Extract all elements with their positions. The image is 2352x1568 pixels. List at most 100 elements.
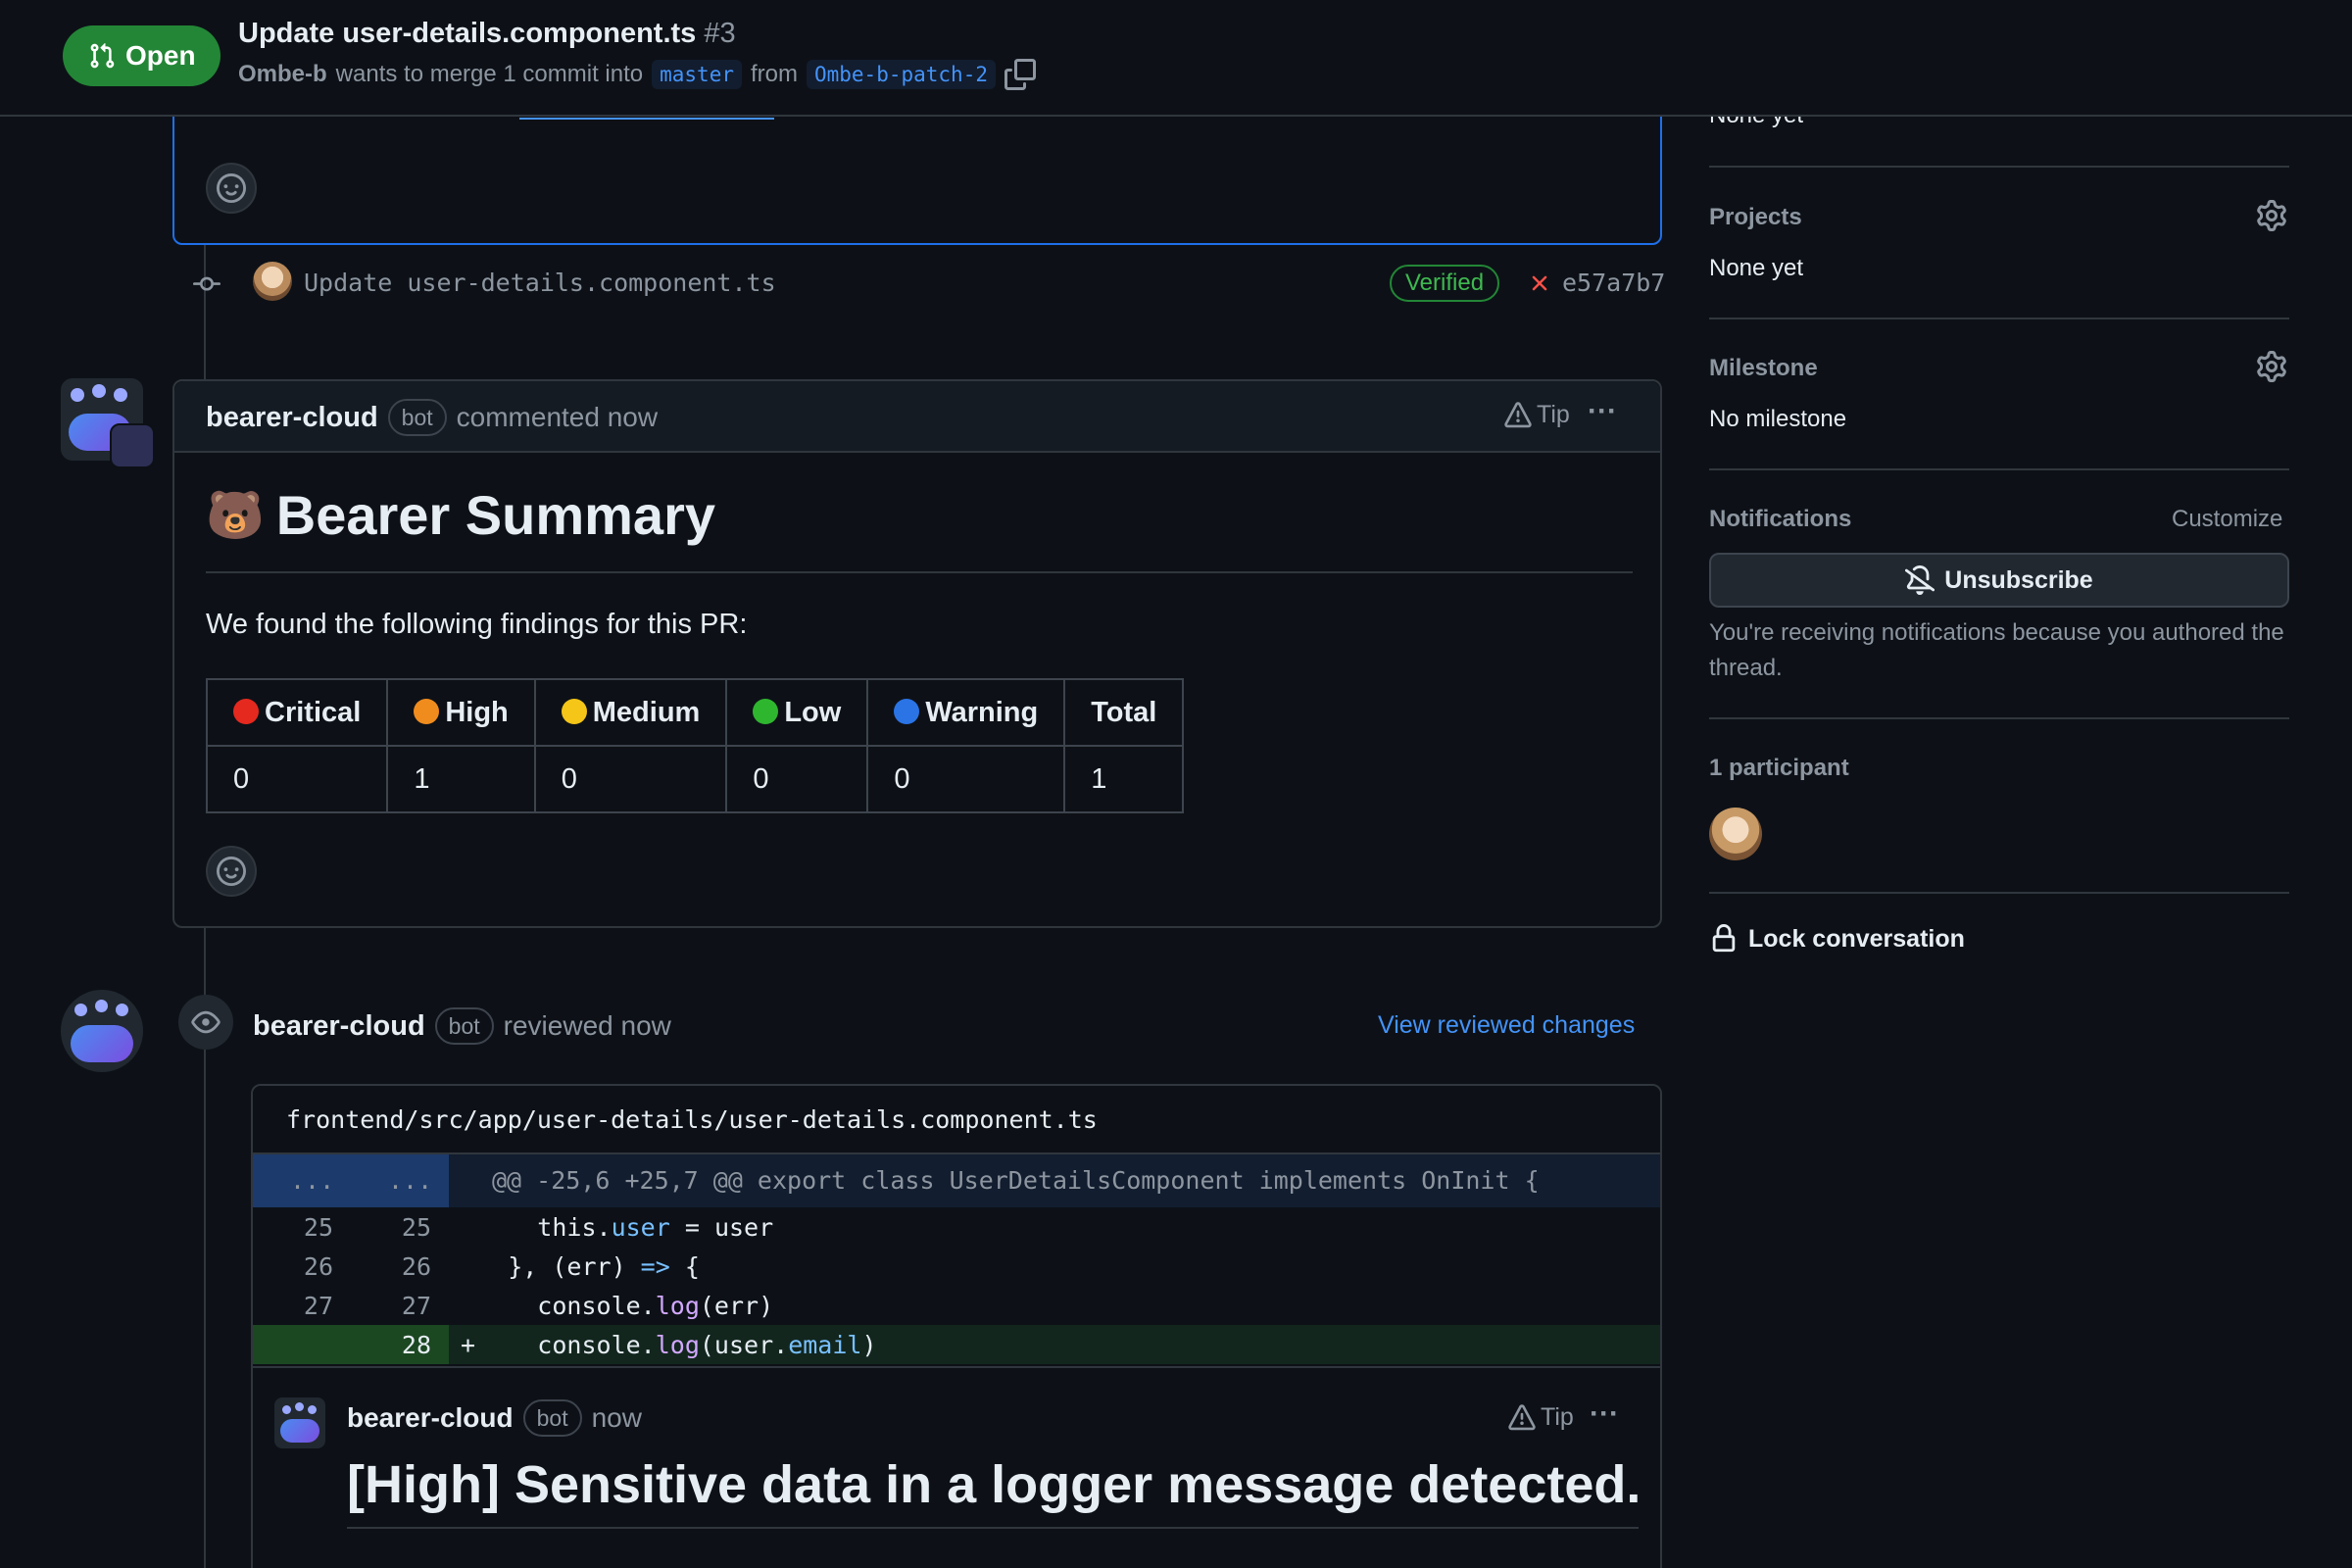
sidebar-divider (1709, 166, 2289, 168)
head-branch[interactable]: Ombe-b-patch-2 (806, 60, 996, 89)
new-line-number[interactable]: 27 (333, 1292, 431, 1320)
finding-heading-divider (347, 1527, 1639, 1529)
inline-comment-avatar[interactable] (274, 1397, 325, 1448)
old-line-number[interactable]: 25 (253, 1213, 333, 1242)
verified-badge[interactable]: Verified (1390, 265, 1500, 302)
participant-avatar[interactable] (1709, 808, 1762, 860)
review-timestamp[interactable]: reviewed now (504, 1010, 671, 1042)
findings-table: Critical High Medium Low Warning Total 0… (205, 678, 1185, 813)
view-reviewed-changes-link[interactable]: View reviewed changes (1378, 1011, 1635, 1040)
pr-title: Update user-details.component.ts #3 (238, 18, 736, 50)
old-line-number[interactable]: 27 (253, 1292, 333, 1320)
commit-message-link[interactable]: Update user-details.component.ts (304, 269, 776, 297)
commit-sha-link[interactable]: e57a7b7 (1562, 269, 1665, 297)
comment-options-button[interactable]: ··· (1588, 395, 1617, 428)
smiley-icon (217, 857, 246, 886)
col-critical: Critical (205, 678, 389, 747)
summary-heading: 🐻 Bearer Summary (206, 483, 715, 547)
summary-heading-text: Bearer Summary (275, 484, 716, 546)
paw-dot (308, 1405, 317, 1414)
smiley-icon (217, 173, 246, 203)
x-status-icon[interactable] (1527, 270, 1552, 296)
hunk-header-row: ... ... @@ -25,6 +25,7 @@ export class U… (253, 1154, 1660, 1207)
participants-label: 1 participant (1709, 755, 1849, 781)
diff-line: 25 25 this.user = user (253, 1207, 1660, 1247)
old-line-number[interactable]: 26 (253, 1252, 333, 1281)
projects-label[interactable]: Projects (1709, 204, 1802, 231)
add-reaction-button[interactable] (206, 163, 257, 214)
comment-timestamp[interactable]: commented now (457, 402, 658, 433)
new-line-number[interactable]: 26 (333, 1252, 431, 1281)
inline-comment-timestamp[interactable]: now (592, 1402, 642, 1434)
bell-slash-icon (1905, 565, 1936, 595)
bot-label: bot (434, 1007, 494, 1045)
col-medium: Medium (533, 678, 728, 747)
commit-author-avatar[interactable] (253, 262, 292, 301)
review-author[interactable]: bearer-cloud (253, 1010, 425, 1043)
review-meta: bearer-cloud bot reviewed now (253, 1007, 671, 1045)
git-commit-icon (193, 276, 220, 291)
inline-comment-meta: bearer-cloud bot now (347, 1399, 642, 1437)
inline-comment-author[interactable]: bearer-cloud (347, 1402, 514, 1434)
bearer-avatar-badge (110, 423, 155, 468)
paw-cloud-graphic (280, 1419, 319, 1443)
blue-circle-icon (894, 698, 920, 724)
alert-triangle-icon (1508, 1403, 1536, 1430)
pr-title-text[interactable]: Update user-details.component.ts (238, 18, 696, 49)
projects-value: None yet (1709, 255, 1804, 281)
col-warning: Warning (866, 678, 1066, 747)
customize-notifications-link[interactable]: Customize (2172, 506, 2282, 533)
milestone-value: No milestone (1709, 406, 1847, 432)
tip-label: Tip (1537, 401, 1570, 428)
paw-cloud-graphic (71, 1025, 133, 1062)
sidebar-divider (1709, 892, 2289, 894)
value-total: 1 (1063, 745, 1185, 813)
notifications-label: Notifications (1709, 506, 1852, 532)
paw-dot (295, 1402, 304, 1411)
alert-triangle-icon (1504, 401, 1532, 427)
pr-number: #3 (704, 18, 736, 49)
inline-comment-thread: bearer-cloud bot now Tip ··· [High] Sens… (253, 1366, 1660, 1568)
comment-meta: bearer-cloud bot commented now (206, 399, 658, 436)
code-text: console.log(user.email) (449, 1331, 877, 1359)
new-line-number[interactable]: 25 (333, 1213, 431, 1242)
tip-button[interactable]: Tip (1503, 401, 1570, 429)
tip-label: Tip (1541, 1403, 1574, 1431)
add-reaction-button[interactable] (206, 846, 257, 897)
eye-icon (191, 1010, 220, 1034)
inline-comment-options-button[interactable]: ··· (1590, 1397, 1619, 1431)
expand-hunk-button[interactable]: ... ... (253, 1154, 449, 1207)
eye-badge (178, 995, 233, 1050)
sidebar-divider (1709, 468, 2289, 470)
git-pull-request-icon (90, 43, 115, 69)
paw-dot (114, 388, 127, 402)
paw-dot (92, 384, 106, 398)
bot-label: bot (387, 399, 447, 436)
gear-icon[interactable] (2256, 351, 2287, 382)
pr-merge-summary: Ombe-b wants to merge 1 commit into mast… (238, 59, 1036, 90)
hunk-left-dots: ... (290, 1166, 335, 1195)
lock-conversation-button[interactable]: Lock conversation (1709, 923, 1965, 955)
green-circle-icon (753, 698, 779, 724)
copy-icon[interactable] (1004, 59, 1036, 90)
gear-icon[interactable] (2256, 200, 2287, 231)
lock-icon (1712, 924, 1736, 953)
bot-label: bot (522, 1399, 582, 1437)
comment-author[interactable]: bearer-cloud (206, 402, 378, 434)
value-low: 0 (725, 745, 869, 813)
review-bearer-avatar[interactable] (61, 990, 143, 1072)
code-text: this.user = user (449, 1213, 774, 1242)
findings-header-row: Critical High Medium Low Warning Total (205, 678, 1185, 747)
code-text: console.log(err) (449, 1292, 774, 1320)
diff-file-path[interactable]: frontend/src/app/user-details/user-detai… (286, 1105, 1098, 1134)
milestone-label[interactable]: Milestone (1709, 355, 1818, 382)
from-text: from (750, 61, 798, 87)
findings-values-row: 0 1 0 0 0 1 (205, 745, 1185, 813)
tip-button[interactable]: Tip (1507, 1403, 1574, 1432)
unsubscribe-button[interactable]: Unsubscribe (1709, 553, 2289, 608)
comment-header: bearer-cloud bot commented now Tip ··· (174, 381, 1660, 453)
pr-author-link[interactable]: Ombe-b (238, 61, 327, 88)
new-line-number[interactable]: 28 (333, 1331, 431, 1359)
base-branch[interactable]: master (652, 60, 742, 89)
sidebar-divider (1709, 717, 2289, 719)
